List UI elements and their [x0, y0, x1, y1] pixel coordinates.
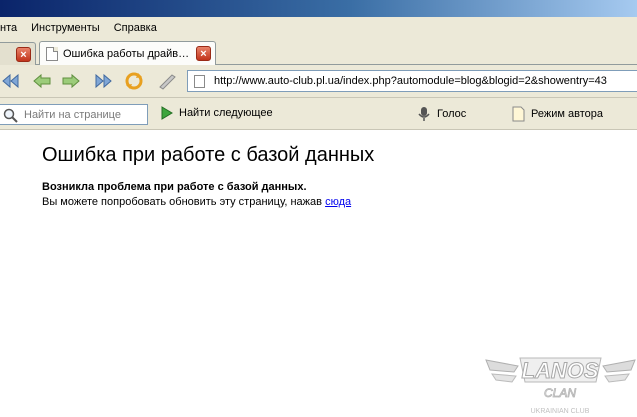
error-title: Ошибка при работе с базой данных: [42, 144, 375, 166]
svg-text:CLAN: CLAN: [544, 386, 576, 400]
error-subtitle: Возникла проблема при работе с базой дан…: [42, 181, 307, 193]
navigation-toolbar: http://www.auto-club.pl.ua/index.php?aut…: [0, 65, 637, 98]
menu-bar: нта Инструменты Справка: [0, 17, 637, 39]
tab-label: Ошибка работы драйв…: [63, 47, 190, 60]
refresh-link[interactable]: сюда: [325, 196, 351, 208]
find-input[interactable]: [24, 108, 144, 121]
menu-item-partial[interactable]: нта: [0, 22, 25, 34]
author-mode-label: Режим автора: [531, 108, 603, 120]
page-icon: [194, 74, 205, 88]
address-bar[interactable]: http://www.auto-club.pl.ua/index.php?aut…: [187, 70, 637, 92]
tab-active[interactable]: Ошибка работы драйв… ×: [39, 41, 216, 65]
tab-close-icon[interactable]: ×: [16, 47, 31, 62]
menu-item-help[interactable]: Справка: [108, 22, 165, 34]
address-url[interactable]: http://www.auto-club.pl.ua/index.php?aut…: [214, 75, 607, 87]
back-double-icon[interactable]: [0, 70, 22, 92]
play-icon: [161, 106, 173, 120]
voice-button[interactable]: Голос: [417, 106, 466, 122]
forward-icon[interactable]: [60, 70, 82, 92]
edit-pen-icon[interactable]: [156, 70, 178, 92]
svg-text:UKRAINIAN CLUB: UKRAINIAN CLUB: [531, 408, 590, 415]
back-icon[interactable]: [31, 70, 53, 92]
find-next-button[interactable]: Найти следующее: [161, 106, 273, 120]
menu-item-tools[interactable]: Инструменты: [25, 22, 108, 34]
reload-icon[interactable]: [123, 70, 145, 92]
document-icon: [512, 106, 525, 122]
lanos-clan-logo: LANOS CLAN UKRAINIAN CLUB: [484, 352, 637, 417]
page-icon: [46, 46, 58, 61]
author-mode-button[interactable]: Режим автора: [512, 106, 603, 122]
voice-label: Голос: [437, 108, 467, 120]
find-field-wrapper: [0, 104, 148, 125]
svg-text:LANOS: LANOS: [522, 358, 599, 383]
find-next-label: Найти следующее: [179, 107, 273, 119]
tab-previous[interactable]: ×: [0, 42, 36, 65]
search-icon: [3, 108, 18, 123]
tab-strip: × Ошибка работы драйв… ×: [0, 39, 637, 65]
error-message: Вы можете попробовать обновить эту стран…: [42, 196, 351, 208]
find-toolbar: Найти следующее Голос Режим автора: [0, 98, 637, 130]
window-titlebar: [0, 0, 637, 17]
tab-close-icon[interactable]: ×: [196, 46, 211, 61]
forward-double-icon[interactable]: [92, 70, 114, 92]
error-message-text: Вы можете попробовать обновить эту стран…: [42, 196, 322, 208]
microphone-icon: [418, 107, 430, 121]
